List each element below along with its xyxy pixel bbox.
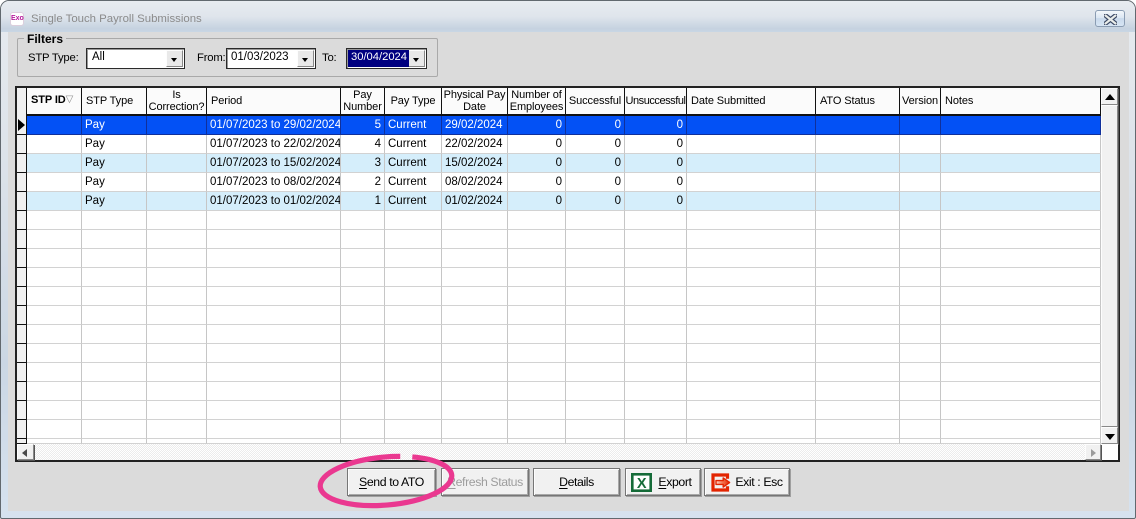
svg-text:X: X [637,476,647,492]
